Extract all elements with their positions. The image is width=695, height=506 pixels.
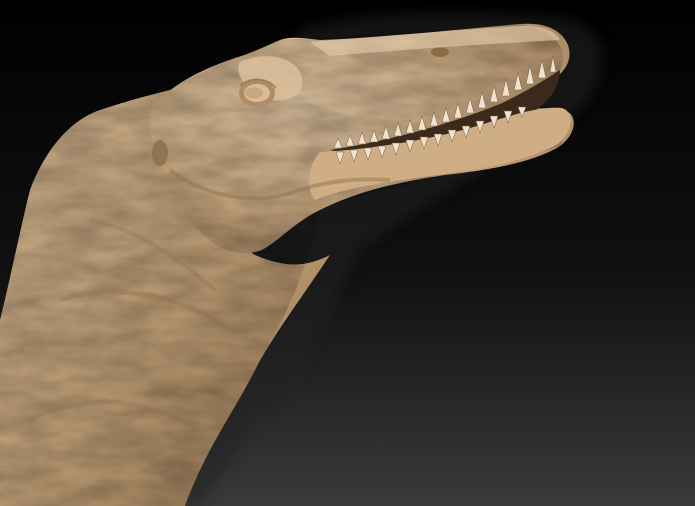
nostril [431, 47, 449, 57]
sculpt-render [0, 0, 695, 506]
ear-opening [152, 140, 168, 166]
sculpt-viewport [0, 0, 695, 506]
